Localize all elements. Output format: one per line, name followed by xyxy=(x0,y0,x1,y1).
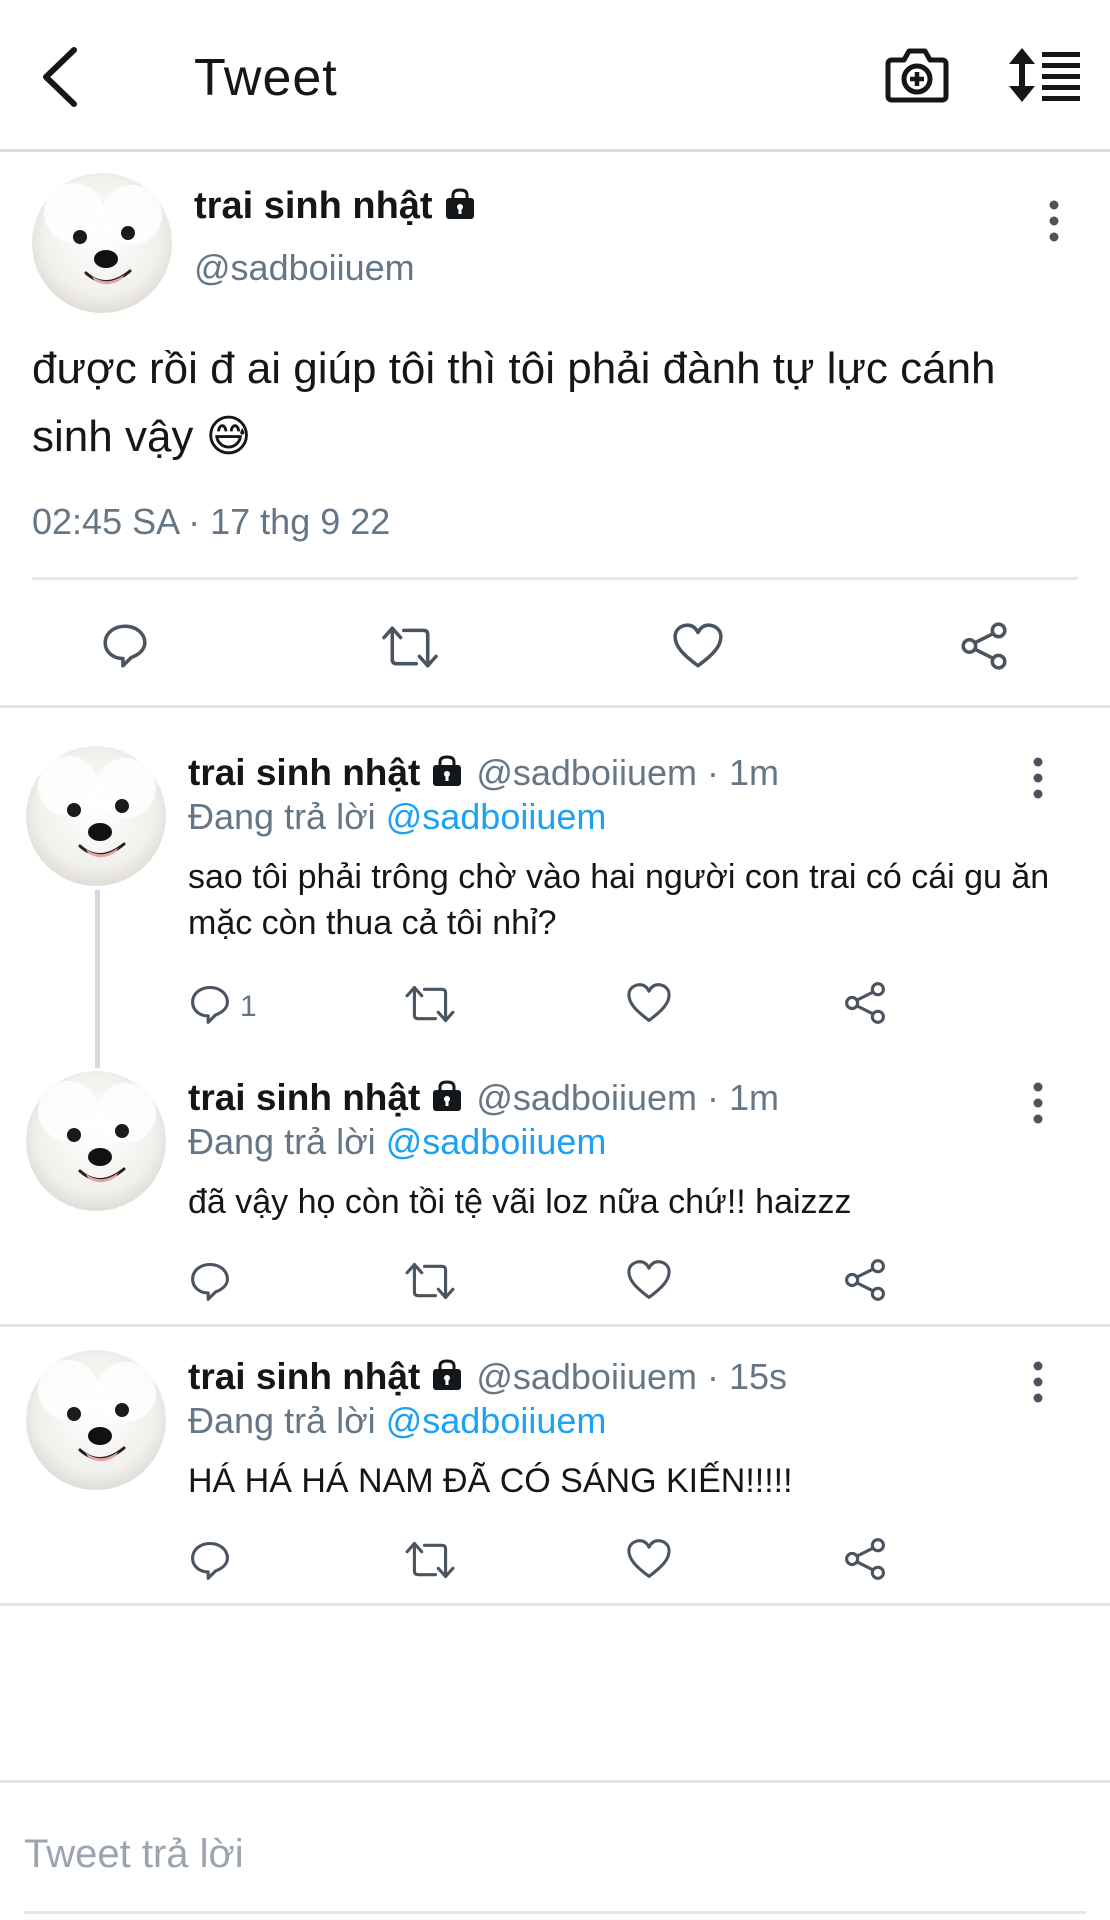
heart-icon xyxy=(626,982,672,1029)
replying-label: Đang trả lời xyxy=(188,1400,376,1441)
retweet-icon xyxy=(380,622,440,677)
reply-tweet: trai sinh nhật @sadboiiuem · 1m Đang trả… xyxy=(0,1063,1110,1323)
heart-icon xyxy=(626,1538,672,1585)
tweet-timestamp[interactable]: 02:45 SA · 17 thg 9 22 xyxy=(32,501,390,543)
sort-button[interactable] xyxy=(1008,46,1082,104)
more-options-button[interactable] xyxy=(1028,1360,1048,1404)
share-icon xyxy=(958,620,1010,677)
comment-icon xyxy=(188,1538,232,1587)
tweet-text: đã vậy họ còn tồi tệ vãi loz nữa chứ!! h… xyxy=(188,1183,852,1221)
replying-label: Đang trả lời xyxy=(188,796,376,837)
more-vertical-icon xyxy=(1028,1112,1048,1129)
author-handle-time[interactable]: @sadboiiuem · 1m xyxy=(476,752,779,794)
avatar[interactable] xyxy=(32,173,172,313)
reply-button[interactable] xyxy=(188,1538,232,1587)
retweet-icon xyxy=(404,982,456,1031)
lock-icon xyxy=(430,1358,464,1397)
like-button[interactable] xyxy=(626,1538,672,1585)
tweet-actions xyxy=(0,1534,1110,1594)
tweet-text: sao tôi phải trông chờ vào hai người con… xyxy=(188,858,1050,942)
main-tweet: trai sinh nhật @sadboiiuem được rồi đ ai… xyxy=(0,155,1110,708)
lock-icon xyxy=(430,754,464,793)
replying-to: Đang trả lời @sadboiiuem xyxy=(188,1121,606,1163)
heart-icon xyxy=(672,622,724,675)
reply-tweet: trai sinh nhật @sadboiiuem · 1m Đang trả… xyxy=(0,738,1110,1048)
tweet-text: được rồi đ ai giúp tôi thì tôi phải đành… xyxy=(32,344,996,461)
mention-link[interactable]: @sadboiiuem xyxy=(386,1400,607,1441)
tweet-actions: 1 xyxy=(0,978,1110,1038)
more-options-button[interactable] xyxy=(1028,1081,1048,1125)
chevron-left-icon xyxy=(36,47,90,114)
more-options-button[interactable] xyxy=(1028,756,1048,800)
mention-link[interactable]: @sadboiiuem xyxy=(386,796,607,837)
replying-label: Đang trả lời xyxy=(188,1121,376,1162)
retweet-button[interactable] xyxy=(380,622,440,677)
author-handle-time[interactable]: @sadboiiuem · 1m xyxy=(476,1077,779,1119)
tweet-actions xyxy=(0,610,1110,680)
comment-icon xyxy=(188,982,232,1031)
retweet-icon xyxy=(404,1538,456,1587)
reply-button[interactable] xyxy=(100,620,150,675)
author-handle-time[interactable]: @sadboiiuem · 15s xyxy=(476,1356,787,1398)
like-button[interactable] xyxy=(626,1259,672,1306)
share-icon xyxy=(842,1257,888,1308)
top-bar: Tweet xyxy=(0,0,1110,152)
author-row: trai sinh nhật @sadboiiuem · 1m xyxy=(188,752,779,794)
avatar[interactable] xyxy=(26,746,166,886)
page-title: Tweet xyxy=(194,49,338,107)
share-icon xyxy=(842,980,888,1031)
like-button[interactable] xyxy=(672,622,724,675)
retweet-button[interactable] xyxy=(404,1259,456,1308)
share-button[interactable] xyxy=(842,1257,888,1308)
divider xyxy=(0,1324,1110,1327)
author-handle[interactable]: @sadboiiuem xyxy=(194,247,415,289)
lock-icon xyxy=(443,187,477,226)
reply-count: 1 xyxy=(240,989,257,1023)
replying-to: Đang trả lời @sadboiiuem xyxy=(188,796,606,838)
author-name[interactable]: trai sinh nhật xyxy=(188,1077,420,1119)
sort-icon xyxy=(1008,48,1082,108)
avatar[interactable] xyxy=(26,1350,166,1490)
comment-icon xyxy=(100,620,150,675)
more-vertical-icon xyxy=(1028,1391,1048,1408)
reply-button[interactable] xyxy=(188,1259,232,1308)
reply-input[interactable] xyxy=(24,1819,1084,1889)
reply-composer xyxy=(0,1780,1110,1920)
share-icon xyxy=(842,1536,888,1587)
heart-icon xyxy=(626,1259,672,1306)
like-button[interactable] xyxy=(626,982,672,1029)
tweet-actions xyxy=(0,1255,1110,1315)
more-options-button[interactable] xyxy=(1044,199,1064,243)
author-row: trai sinh nhật @sadboiiuem · 15s xyxy=(188,1356,787,1398)
mention-link[interactable]: @sadboiiuem xyxy=(386,1121,607,1162)
replying-to: Đang trả lời @sadboiiuem xyxy=(188,1400,606,1442)
back-button[interactable] xyxy=(36,40,90,110)
share-button[interactable] xyxy=(842,1536,888,1587)
author-name[interactable]: trai sinh nhật xyxy=(188,752,420,794)
author-row: trai sinh nhật xyxy=(194,185,477,228)
retweet-button[interactable] xyxy=(404,982,456,1031)
divider xyxy=(32,577,1078,580)
comment-icon xyxy=(188,1259,232,1308)
tweet-text: HÁ HÁ HÁ NAM ĐÃ CÓ SÁNG KIẾN!!!!! xyxy=(188,1462,793,1500)
author-name[interactable]: trai sinh nhật xyxy=(188,1356,420,1398)
avatar[interactable] xyxy=(26,1071,166,1211)
divider xyxy=(0,1603,1110,1606)
retweet-button[interactable] xyxy=(404,1538,456,1587)
reply-button[interactable]: 1 xyxy=(188,982,257,1031)
more-vertical-icon xyxy=(1044,230,1064,247)
divider xyxy=(24,1911,1086,1914)
author-row: trai sinh nhật @sadboiiuem · 1m xyxy=(188,1077,779,1119)
camera-button[interactable] xyxy=(884,44,950,106)
author-name[interactable]: trai sinh nhật xyxy=(194,185,433,228)
more-vertical-icon xyxy=(1028,787,1048,804)
share-button[interactable] xyxy=(958,620,1010,677)
camera-add-icon xyxy=(884,48,950,110)
reply-tweet: trai sinh nhật @sadboiiuem · 15s Đang tr… xyxy=(0,1342,1110,1602)
lock-icon xyxy=(430,1079,464,1118)
share-button[interactable] xyxy=(842,980,888,1031)
retweet-icon xyxy=(404,1259,456,1308)
